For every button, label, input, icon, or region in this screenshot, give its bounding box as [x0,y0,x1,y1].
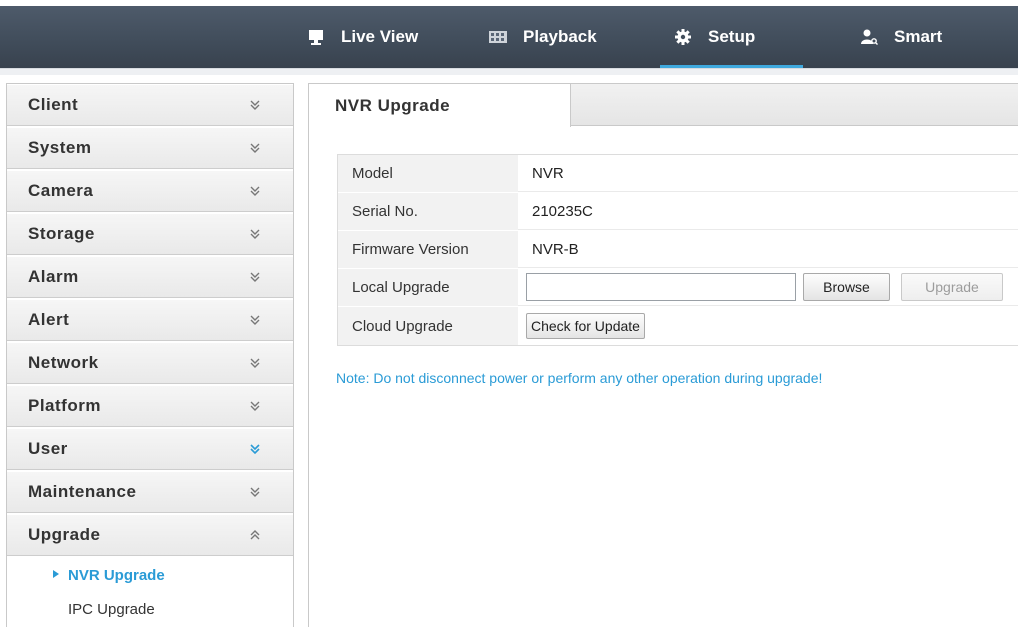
nav-setup-label: Setup [708,27,756,46]
sidebar-item-upgrade[interactable]: Upgrade [7,514,293,556]
double-chevron-down-icon [247,97,263,113]
sidebar-item-label: Network [28,353,99,372]
local-upgrade-file-input[interactable] [526,273,796,301]
sidebar-item-client[interactable]: Client [7,84,293,126]
sidebar-item-maintenance[interactable]: Maintenance [7,471,293,513]
tab-nvr-upgrade[interactable]: NVR Upgrade [309,84,571,127]
double-chevron-down-icon [247,269,263,285]
sidebar: Client System Camera Storage Alarm Alert… [6,83,294,627]
nav-smart-label: Smart [894,27,943,46]
sidebar-item-user[interactable]: User [7,428,293,470]
sidebar-item-label: Storage [28,224,95,243]
sidebar-item-alert[interactable]: Alert [7,299,293,341]
tab-strip: NVR Upgrade [309,84,1018,127]
person-search-icon [858,26,880,48]
top-navigation-bar: Live View Playback Setup Smart [0,0,1018,68]
serial-no-value: 210235C [518,193,1018,230]
cloud-upgrade-label: Cloud Upgrade [338,307,518,345]
row-model: Model NVR [338,155,1018,193]
check-for-update-button[interactable]: Check for Update [526,313,645,339]
double-chevron-down-icon [247,441,263,457]
sidebar-subitem-ipc-upgrade[interactable]: IPC Upgrade [7,593,293,625]
gear-icon [672,26,694,48]
sidebar-subitem-label: NVR Upgrade [68,566,165,584]
sidebar-item-label: Maintenance [28,482,137,501]
nav-playback[interactable]: Playback [487,6,597,68]
sidebar-item-label: Alarm [28,267,79,286]
sidebar-item-label: System [28,138,92,157]
serial-no-label: Serial No. [338,193,518,230]
nav-setup[interactable]: Setup [659,6,804,68]
monitor-icon [305,26,327,48]
sidebar-item-label: Alert [28,310,70,329]
double-chevron-down-icon [247,226,263,242]
nav-smart[interactable]: Smart [858,6,942,68]
sidebar-subitem-nvr-upgrade[interactable]: NVR Upgrade [7,559,293,591]
sidebar-item-camera[interactable]: Camera [7,170,293,212]
row-firmware-version: Firmware Version NVR-B [338,231,1018,269]
sidebar-item-platform[interactable]: Platform [7,385,293,427]
nav-live-view[interactable]: Live View [305,6,418,68]
tab-title: NVR Upgrade [335,95,451,115]
sidebar-item-alarm[interactable]: Alarm [7,256,293,298]
firmware-version-value: NVR-B [518,231,1018,268]
row-cloud-upgrade: Cloud Upgrade Check for Update [338,307,1018,345]
film-icon [487,26,509,48]
sidebar-item-network[interactable]: Network [7,342,293,384]
upgrade-warning-note: Note: Do not disconnect power or perform… [336,370,823,386]
sidebar-item-label: User [28,439,68,458]
browse-button[interactable]: Browse [803,273,890,301]
upgrade-button[interactable]: Upgrade [901,273,1003,301]
sidebar-subitem-label: IPC Upgrade [68,600,155,618]
double-chevron-up-icon [247,527,263,543]
model-value: NVR [518,155,1018,192]
sidebar-item-system[interactable]: System [7,127,293,169]
model-label: Model [338,155,518,192]
caret-right-icon [53,570,59,578]
sidebar-item-label: Client [28,95,79,114]
double-chevron-down-icon [247,398,263,414]
upgrade-info-table: Model NVR Serial No. 210235C Firmware Ve… [337,154,1018,346]
content-panel: NVR Upgrade Model NVR Serial No. 210235C… [308,83,1018,627]
firmware-version-label: Firmware Version [338,231,518,268]
sidebar-item-label: Platform [28,396,101,415]
nav-live-view-label: Live View [341,27,419,46]
double-chevron-down-icon [247,140,263,156]
double-chevron-down-icon [247,183,263,199]
local-upgrade-label: Local Upgrade [338,269,518,306]
sidebar-item-label: Upgrade [28,525,101,544]
double-chevron-down-icon [247,484,263,500]
sidebar-item-label: Camera [28,181,94,200]
cloud-upgrade-controls: Check for Update [518,307,1018,345]
double-chevron-down-icon [247,355,263,371]
local-upgrade-controls: Browse Upgrade [518,269,1018,306]
nav-playback-label: Playback [523,27,597,46]
row-local-upgrade: Local Upgrade Browse Upgrade [338,269,1018,307]
nav-divider [0,68,1018,75]
double-chevron-down-icon [247,312,263,328]
sidebar-item-storage[interactable]: Storage [7,213,293,255]
row-serial-no: Serial No. 210235C [338,193,1018,231]
